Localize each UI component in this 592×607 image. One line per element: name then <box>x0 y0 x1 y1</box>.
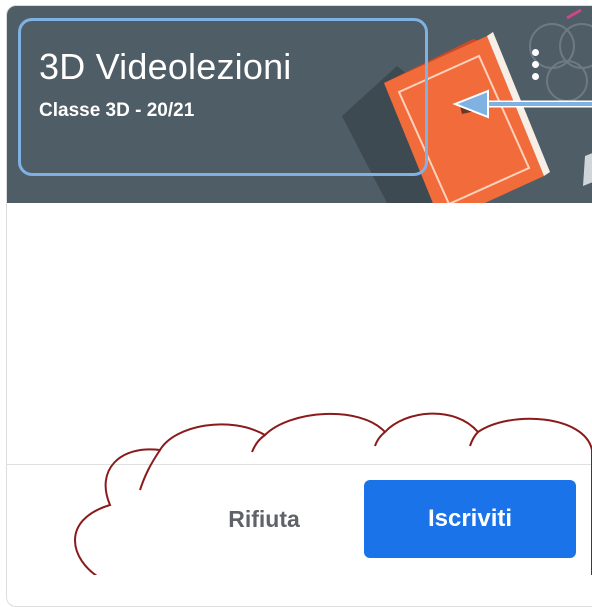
join-button[interactable]: Iscriviti <box>364 480 576 558</box>
title-highlight-box <box>18 18 428 176</box>
card-divider <box>7 464 592 465</box>
reject-button[interactable]: Rifiuta <box>199 482 329 556</box>
more-vert-icon[interactable] <box>523 42 547 86</box>
